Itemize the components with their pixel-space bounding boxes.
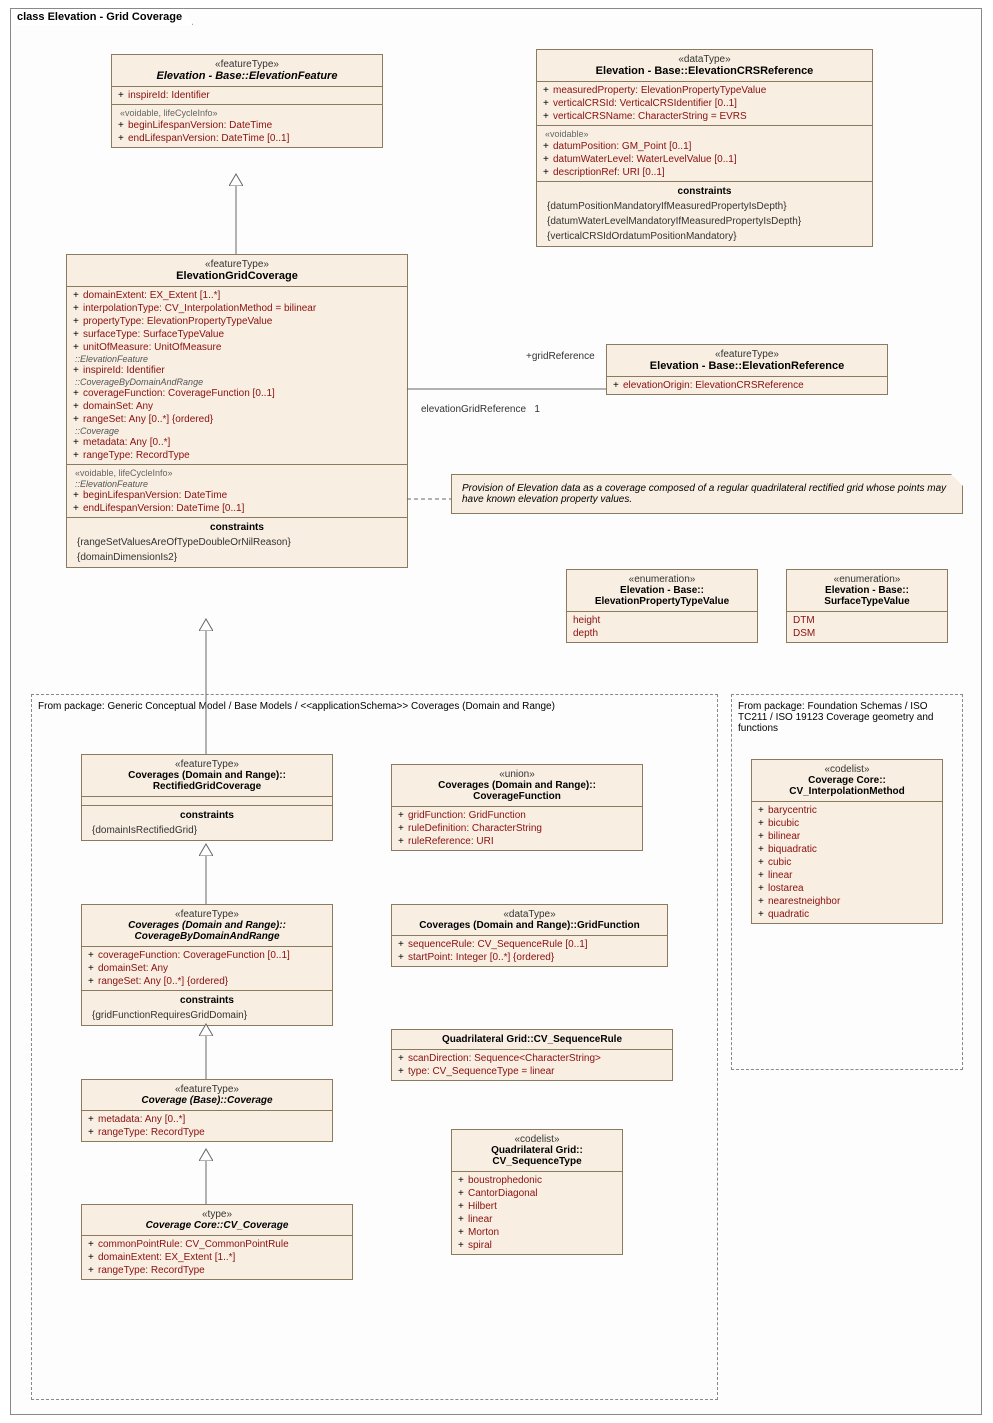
assoc-egr-label: elevationGridReference 1 (421, 404, 540, 415)
note-provision: Provision of Elevation data as a coverag… (451, 474, 963, 514)
class-elevation-crs-reference: «dataType» Elevation - Base::ElevationCR… (536, 49, 873, 247)
class-cv-sequence-rule: Quadrilateral Grid::CV_SequenceRule +sca… (391, 1029, 673, 1081)
enum-surface-type-value: «enumeration» Elevation - Base:: Surface… (786, 569, 948, 643)
diagram-title-tab: class Elevation - Grid Coverage (10, 8, 193, 25)
class-cv-sequence-type: «codelist» Quadrilateral Grid:: CV_Seque… (451, 1129, 623, 1255)
class-cv-interpolation-method: «codelist» Coverage Core:: CV_Interpolat… (751, 759, 943, 924)
class-elevation-feature: «featureType» Elevation - Base::Elevatio… (111, 54, 383, 148)
class-coverage-by-domain-and-range: «featureType» Coverages (Domain and Rang… (81, 904, 333, 1026)
class-grid-function: «dataType» Coverages (Domain and Range):… (391, 904, 668, 967)
class-elevation-grid-coverage: «featureType» ElevationGridCoverage +dom… (66, 254, 408, 568)
class-coverage-base-coverage: «featureType» Coverage (Base)::Coverage … (81, 1079, 333, 1142)
class-rectified-grid-coverage: «featureType» Coverages (Domain and Rang… (81, 754, 333, 841)
class-cv-coverage: «type» Coverage Core::CV_Coverage +commo… (81, 1204, 353, 1280)
enum-elevation-property-type-value: «enumeration» Elevation - Base:: Elevati… (566, 569, 758, 643)
class-elevation-reference: «featureType» Elevation - Base::Elevatio… (606, 344, 888, 395)
class-coverage-function: «union» Coverages (Domain and Range):: C… (391, 764, 643, 851)
diagram-frame: class Elevation - Grid Coverage «feature… (10, 8, 982, 1415)
assoc-gridreference-label: +gridReference (526, 351, 595, 362)
